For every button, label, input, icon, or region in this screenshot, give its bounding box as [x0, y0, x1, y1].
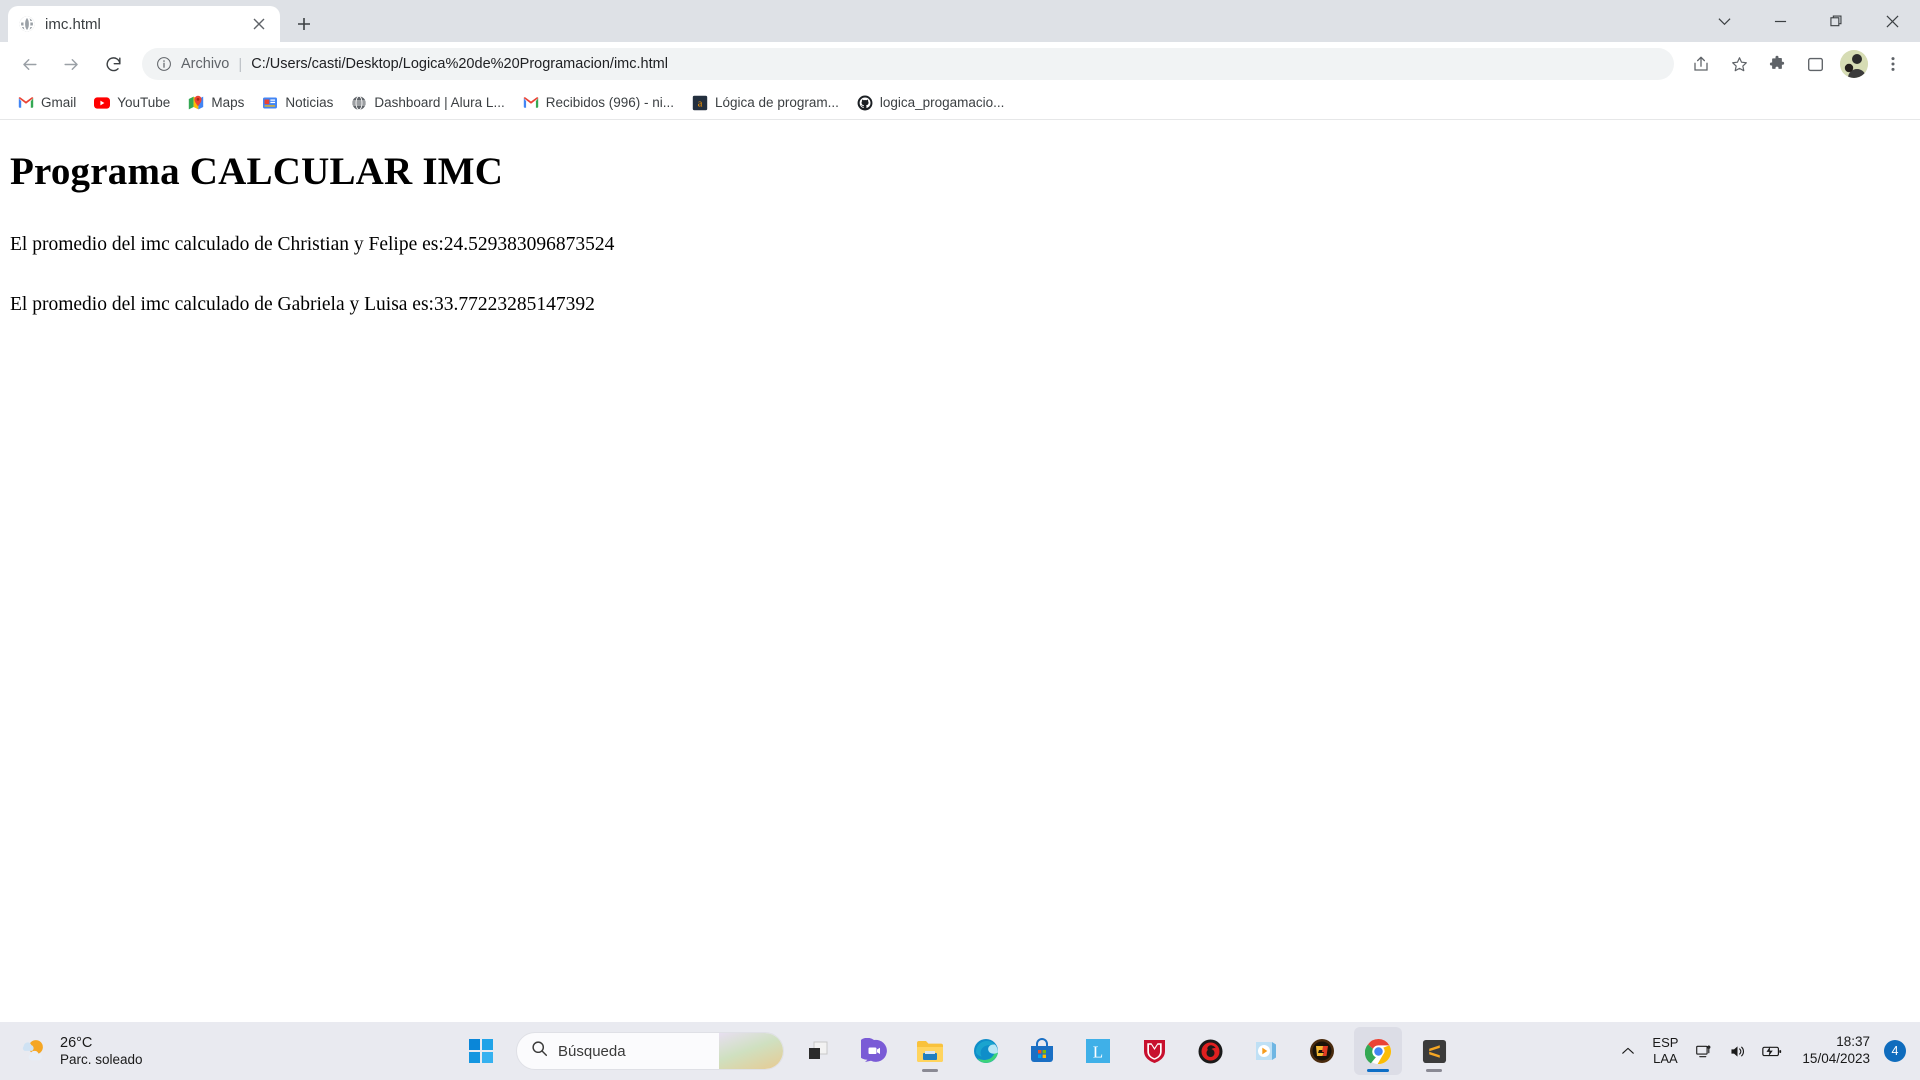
url-scheme-label: Archivo — [181, 56, 230, 72]
taskbar-app-file-explorer[interactable] — [906, 1027, 954, 1075]
share-icon[interactable] — [1684, 47, 1718, 81]
svg-text:L: L — [1093, 1043, 1103, 1062]
clock-time: 18:37 — [1836, 1034, 1870, 1050]
browser-tab[interactable]: imc.html — [8, 6, 280, 42]
bookmark-recibidos[interactable]: Recibidos (996) - ni... — [515, 90, 682, 116]
taskbar-app-microsoft-store[interactable] — [1018, 1027, 1066, 1075]
taskbar-app-media-player[interactable] — [1242, 1027, 1290, 1075]
maximize-button[interactable] — [1808, 0, 1864, 42]
browser-toolbar: Archivo | C:/Users/casti/Desktop/Logica%… — [0, 42, 1920, 86]
search-thumbnail — [719, 1033, 783, 1069]
bookmark-github-logica[interactable]: logica_progamacio... — [849, 90, 1013, 116]
chevron-up-icon[interactable] — [1614, 1029, 1642, 1073]
forward-button[interactable] — [54, 47, 88, 81]
bookmark-noticias[interactable]: Noticias — [254, 90, 341, 116]
browser-window: imc.html Archivo | C:/Users/casti/Deskto… — [0, 0, 1920, 1022]
clock[interactable]: 18:37 15/04/2023 — [1790, 1034, 1878, 1068]
github-icon — [857, 95, 873, 111]
minimize-button[interactable] — [1752, 0, 1808, 42]
taskbar-app-sublime-text[interactable] — [1410, 1027, 1458, 1075]
taskbar-app-edge[interactable] — [962, 1027, 1010, 1075]
info-circle-icon[interactable] — [156, 56, 172, 72]
bookmark-dashboard-alura[interactable]: Dashboard | Alura L... — [343, 90, 512, 116]
puzzle-icon[interactable] — [1760, 47, 1794, 81]
close-icon[interactable] — [248, 13, 270, 35]
bookmark-label: Lógica de program... — [715, 95, 839, 110]
taskbar-app-task-view[interactable] — [794, 1027, 842, 1075]
taskbar-app-mcafee[interactable] — [1130, 1027, 1178, 1075]
bookmark-logica-programacion[interactable]: a Lógica de program... — [684, 90, 847, 116]
close-window-button[interactable] — [1864, 0, 1920, 42]
result-paragraph-2: El promedio del imc calculado de Gabriel… — [10, 294, 595, 315]
taskbar-app-l[interactable]: L — [1074, 1027, 1122, 1075]
search-placeholder: Búsqueda — [558, 1042, 626, 1060]
taskbar-app-crossfire[interactable] — [1298, 1027, 1346, 1075]
weather-condition: Parc. soleado — [60, 1051, 143, 1067]
bookmark-label: Gmail — [41, 95, 77, 110]
running-indicator — [922, 1069, 938, 1072]
running-indicator — [1426, 1069, 1442, 1072]
language-line-1: ESP — [1652, 1035, 1679, 1051]
news-icon — [262, 95, 278, 111]
page-content: Programa CALCULAR IMC El promedio del im… — [0, 120, 1920, 1022]
bookmark-gmail[interactable]: Gmail — [10, 90, 84, 116]
taskbar-app-chat[interactable] — [850, 1027, 898, 1075]
three-dots-icon[interactable] — [1876, 47, 1910, 81]
result-paragraph-1: El promedio del imc calculado de Christi… — [10, 234, 615, 255]
search-input[interactable]: Búsqueda — [516, 1032, 784, 1070]
tab-strip: imc.html — [0, 0, 1920, 42]
amazon-icon: a — [692, 95, 708, 111]
system-tray: ESP LAA 18:37 15/04/2023 4 — [1614, 1029, 1920, 1073]
bookmark-youtube[interactable]: YouTube — [86, 90, 178, 116]
youtube-icon — [94, 95, 111, 111]
windows-taskbar: 26°C Parc. soleado Búsqueda L ESP LAA 18… — [0, 1022, 1920, 1080]
taskbar-app-gameloop[interactable] — [1186, 1027, 1234, 1075]
page-title: Programa CALCULAR IMC — [10, 150, 504, 193]
bookmarks-bar: Gmail YouTube Maps Noticias Dashboard | … — [0, 86, 1920, 120]
star-icon[interactable] — [1722, 47, 1756, 81]
bookmark-label: Noticias — [285, 95, 334, 110]
tab-title: imc.html — [45, 15, 101, 33]
maps-icon — [188, 95, 204, 111]
url-separator: | — [238, 55, 243, 73]
search-icon — [531, 1040, 548, 1062]
weather-widget[interactable]: 26°C Parc. soleado — [0, 1034, 143, 1069]
active-indicator — [1367, 1069, 1389, 1072]
taskbar-center: Búsqueda L — [458, 1027, 1462, 1075]
gmail-icon — [523, 95, 539, 111]
globe-icon — [18, 15, 36, 33]
avatar[interactable] — [1840, 50, 1868, 78]
start-button[interactable] — [458, 1028, 504, 1074]
taskbar-app-chrome[interactable] — [1354, 1027, 1402, 1075]
url-text: C:/Users/casti/Desktop/Logica%20de%20Pro… — [251, 56, 668, 72]
notification-badge[interactable]: 4 — [1884, 1040, 1906, 1062]
network-icon[interactable] — [1688, 1029, 1721, 1073]
clock-date: 15/04/2023 — [1802, 1051, 1870, 1066]
tab-search-button[interactable] — [1696, 0, 1752, 42]
bookmark-maps[interactable]: Maps — [180, 90, 252, 116]
gmail-icon — [18, 95, 34, 111]
weather-temperature: 26°C — [60, 1034, 93, 1051]
language-indicator[interactable]: ESP LAA — [1642, 1035, 1688, 1066]
reload-button[interactable] — [96, 47, 130, 81]
bookmark-label: Maps — [211, 95, 245, 110]
bookmark-label: logica_progamacio... — [879, 95, 1005, 110]
svg-text:a: a — [698, 98, 703, 109]
new-tab-button[interactable] — [288, 8, 320, 40]
side-panel-icon[interactable] — [1798, 47, 1832, 81]
language-line-2: LAA — [1653, 1051, 1678, 1066]
window-controls — [1696, 0, 1920, 42]
globe-icon — [351, 95, 367, 111]
back-button[interactable] — [12, 47, 46, 81]
bookmark-label: YouTube — [117, 95, 171, 110]
address-bar[interactable]: Archivo | C:/Users/casti/Desktop/Logica%… — [142, 48, 1674, 80]
partly-sunny-icon — [18, 1035, 50, 1068]
bookmark-label: Dashboard | Alura L... — [374, 95, 505, 110]
volume-icon[interactable] — [1721, 1029, 1754, 1073]
battery-charging-icon[interactable] — [1754, 1029, 1790, 1073]
bookmark-label: Recibidos (996) - ni... — [545, 95, 675, 110]
